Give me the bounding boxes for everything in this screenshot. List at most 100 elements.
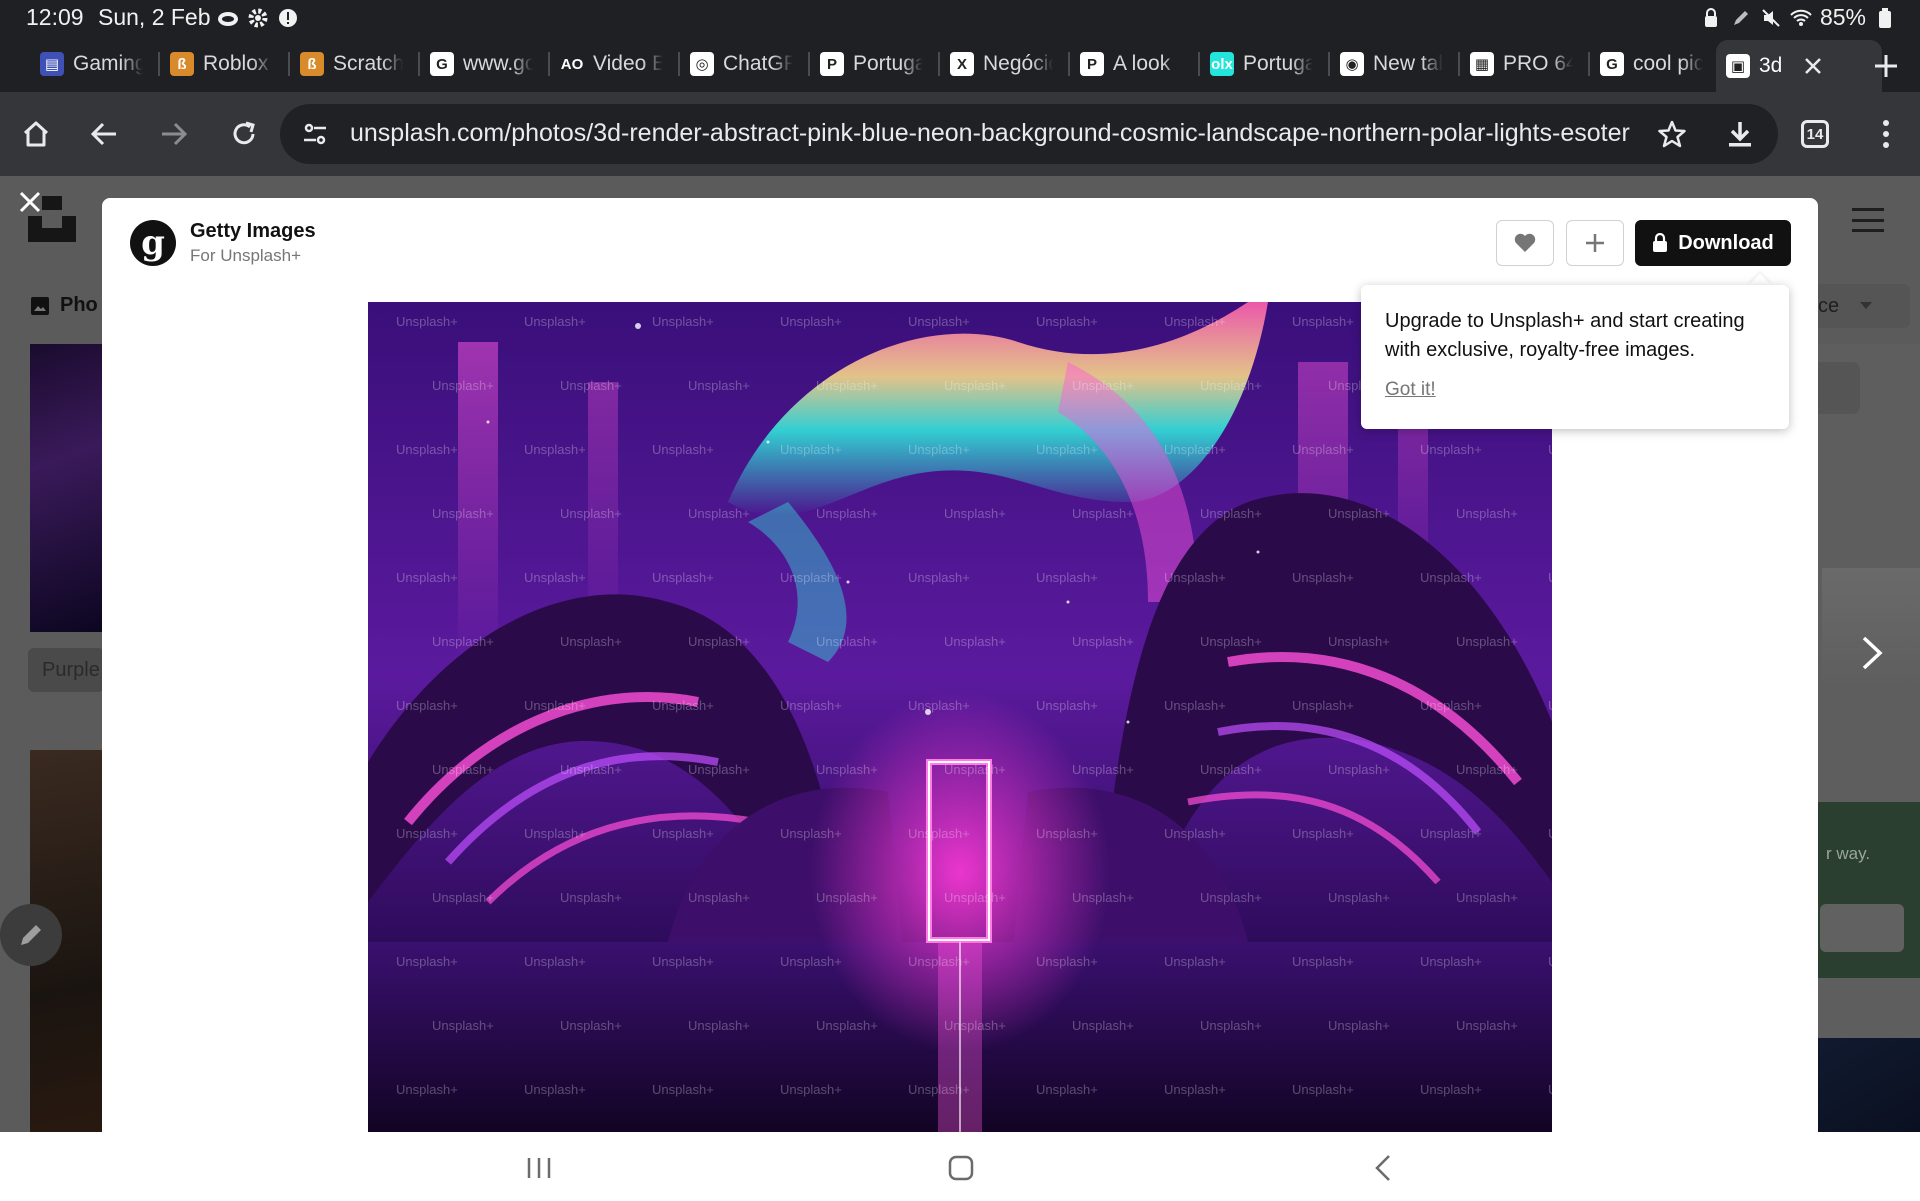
watermark-text: Unsplash+ [652,698,714,713]
download-label: Download [1678,231,1774,254]
back-nav-button[interactable] [1361,1146,1405,1190]
watermark-text: Unsplash+ [560,1018,622,1033]
site-menu-button[interactable] [1852,208,1884,232]
watermark-text: Unsplash+ [432,890,494,905]
scratch-icon: ß [170,52,194,76]
star-icon [1658,120,1686,148]
thumbnail-image[interactable] [30,344,102,632]
promo-button[interactable] [1820,904,1904,952]
add-to-collection-button[interactable] [1566,220,1624,266]
like-button[interactable] [1496,220,1554,266]
back-button[interactable] [82,112,126,156]
home-nav-button[interactable] [939,1146,983,1190]
watermark-text: Unsplash+ [652,1082,714,1097]
author-avatar[interactable]: g [130,220,176,266]
bookmark-button[interactable] [1656,118,1688,150]
related-tag-chip[interactable]: Purple [28,648,104,692]
watermark-text: Unsplash+ [652,570,714,585]
watermark-text: Unsplash+ [816,762,878,777]
hamburger-line-icon [1852,218,1884,222]
url-text[interactable]: unsplash.com/photos/3d-render-abstract-p… [350,119,1650,148]
watermark-text: Unsplash+ [908,442,970,457]
download-page-button[interactable] [1724,118,1756,150]
watermark-text: Unsplash+ [524,698,586,713]
download-button[interactable]: Download [1635,220,1791,266]
tab-7[interactable]: P Portugal [810,40,940,88]
edit-fab-button[interactable] [0,904,62,966]
google-icon: G [430,52,454,76]
pro-icon: ▦ [1470,52,1494,76]
lock-icon [1653,233,1668,252]
watermark-text: Unsplash+ [688,1018,750,1033]
watermark-text: Unsplash+ [1072,634,1134,649]
watermark-text: Unsplash+ [1072,890,1134,905]
reload-button[interactable] [222,112,266,156]
tab-13[interactable]: Gcool pictures [1590,40,1720,88]
unsplash-logo[interactable] [28,196,76,242]
watermark-text: Unsplash+ [1548,442,1552,457]
watermark-text: Unsplash+ [1292,954,1354,969]
watermark-text: Unsplash+ [780,698,842,713]
new-tab-button[interactable] [1866,46,1906,86]
watermark-text: Unsplash+ [688,378,750,393]
license-filter-dropdown[interactable]: ce [1806,284,1910,328]
recents-button[interactable] [517,1146,561,1190]
watermark-text: Unsplash+ [1072,506,1134,521]
next-photo-button[interactable] [1852,628,1892,678]
watermark-text: Unsplash+ [816,634,878,649]
watermark-text: Unsplash+ [688,634,750,649]
tab-11[interactable]: ◉ New tab [1330,40,1460,88]
tab-4[interactable]: Gwww.google [420,40,550,88]
tab-title: Portugal [853,52,923,75]
forward-button[interactable] [152,112,196,156]
watermark-text: Unsplash+ [1548,570,1552,585]
watermark-text: Unsplash+ [560,506,622,521]
overflow-menu-button[interactable] [1868,114,1904,154]
watermark-text: Unsplash+ [560,762,622,777]
watermark-text: Unsplash+ [432,378,494,393]
tab-6[interactable]: ◎ ChatGPT [680,40,810,88]
tab-10[interactable]: olx Portugal [1200,40,1330,88]
watermark-text: Unsplash+ [944,1018,1006,1033]
watermark-text: Unsplash+ [1036,570,1098,585]
got-it-link[interactable]: Got it! [1385,379,1436,401]
watermark-text: Unsplash+ [524,826,586,841]
tab-title: 3d render [1759,54,1789,77]
watermark-text: Unsplash+ [1292,698,1354,713]
tab-1[interactable]: ▤ Gaming [30,40,160,88]
tab-2[interactable]: ß Roblox [160,40,290,88]
tab-title: cool pictures [1633,52,1703,75]
thumbnail-image[interactable] [1818,1038,1920,1132]
close-tab-button[interactable] [1801,54,1825,78]
tab-3[interactable]: ß Scratch [290,40,420,88]
watermark-text: Unsplash+ [1420,1082,1482,1097]
tab-12[interactable]: ▦ PRO 64 [1460,40,1590,88]
tab-14[interactable]: ▣ 3d render [1716,40,1882,92]
browser-toolbar: unsplash.com/photos/3d-render-abstract-p… [0,92,1920,176]
watermark-text: Unsplash+ [1292,826,1354,841]
status-bar: 12:09 Sun, 2 Feb 85% [0,0,1920,36]
watermark-text: Unsplash+ [396,826,458,841]
battery-level: 85% [1819,4,1866,30]
author-name[interactable]: Getty Images [190,220,316,243]
watermark-text: Unsplash+ [524,570,586,585]
tab-title: Portugal [1243,52,1313,75]
watermark-text: Unsplash+ [1200,1018,1262,1033]
home-button[interactable] [14,112,58,156]
tab-8[interactable]: X Negócios [940,40,1070,88]
photos-tab[interactable]: Pho [30,294,98,317]
site-settings-icon[interactable] [302,121,328,147]
recents-icon [527,1158,551,1178]
tab-title: ChatGPT [723,52,793,75]
olx-icon: olx [1210,52,1234,76]
tab-switcher-button[interactable]: 14 [1801,120,1829,148]
watermark-text: Unsplash+ [1200,506,1262,521]
status-date: Sun, 2 Feb [98,4,211,30]
watermark-text: Unsplash+ [1036,1082,1098,1097]
tab-5[interactable]: AO Video Editor [550,40,680,88]
watermark-text: Unsplash+ [1548,826,1552,841]
watermark-text: Unsplash+ [652,826,714,841]
watermark-text: Unsplash+ [1456,890,1518,905]
tab-9[interactable]: P A look [1070,40,1200,88]
address-bar[interactable]: unsplash.com/photos/3d-render-abstract-p… [280,104,1778,164]
